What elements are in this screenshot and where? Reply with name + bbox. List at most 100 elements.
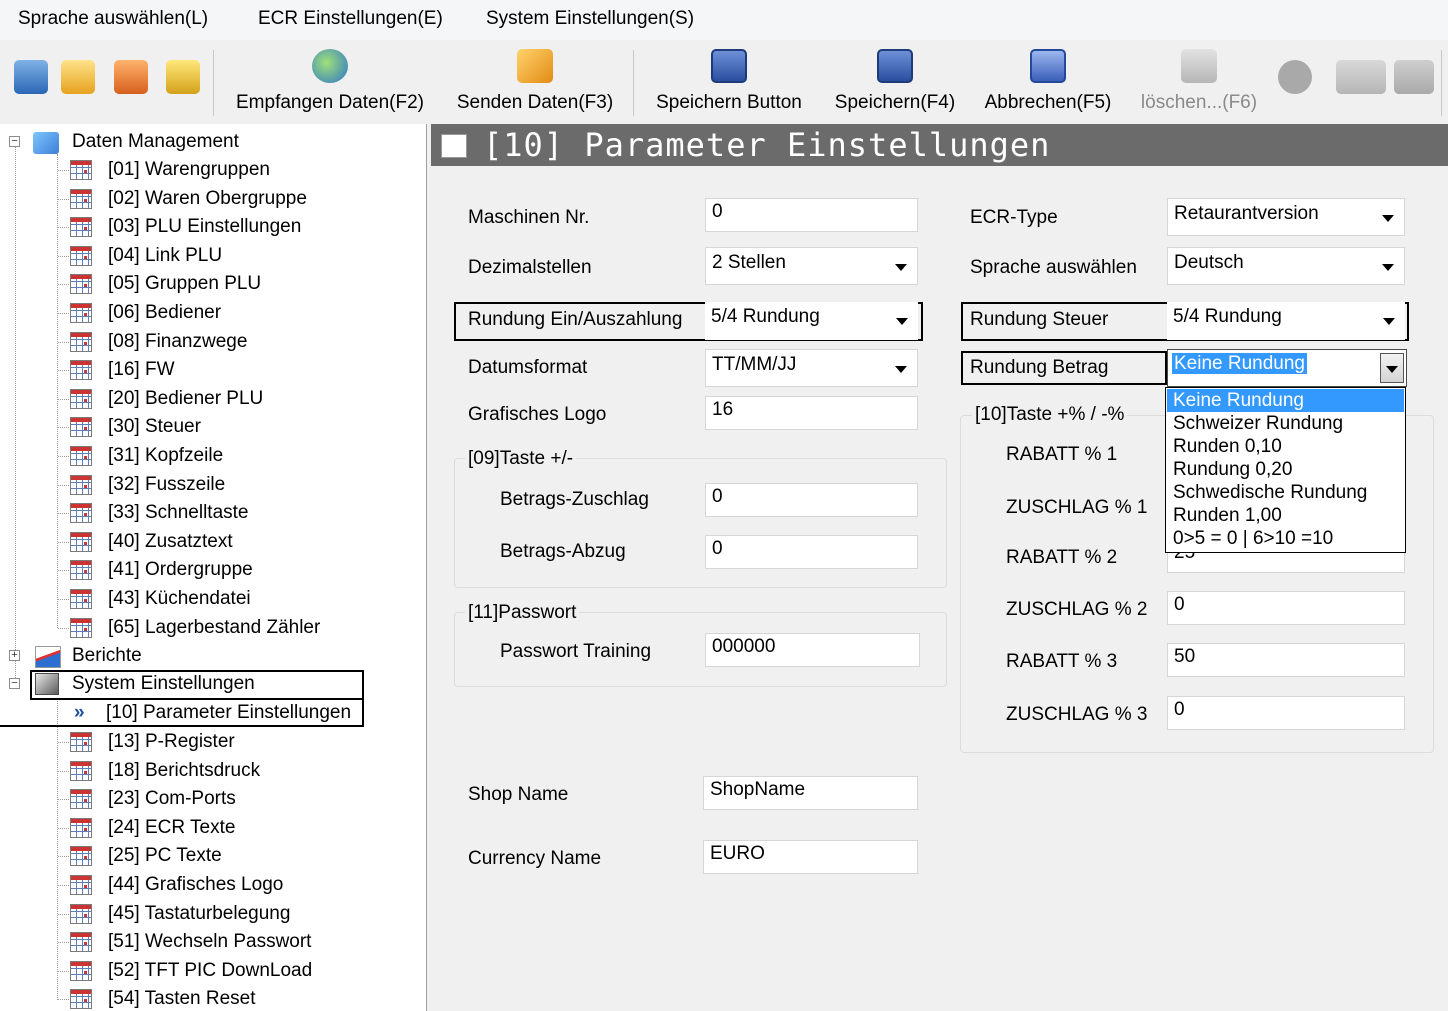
taste-pct-input[interactable]: 50 — [1167, 643, 1405, 677]
tree-item[interactable]: [02] Waren Obergruppe — [70, 185, 400, 213]
sprache-select[interactable]: Deutsch — [1167, 247, 1405, 285]
eraser-icon[interactable] — [1394, 60, 1434, 94]
tree-connector — [58, 999, 69, 1001]
dropdown-option[interactable]: Schwedische Rundung — [1167, 481, 1404, 504]
dropdown-option[interactable]: Rundung 0,20 — [1167, 458, 1404, 481]
shop-name-label: Shop Name — [468, 784, 569, 805]
tree-item[interactable]: [20] Bediener PLU — [70, 385, 400, 413]
tree-item[interactable]: [54] Tasten Reset — [70, 985, 400, 1011]
highlight-box — [30, 670, 364, 700]
tree-item[interactable]: [31] Kopfzeile — [70, 442, 400, 470]
tree-item[interactable]: [06] Bediener — [70, 299, 400, 327]
betrags-zuschlag-input[interactable]: 0 — [705, 483, 918, 517]
rundung-betrag-select[interactable]: Keine Rundung — [1167, 349, 1407, 387]
expand-icon[interactable]: + — [9, 650, 20, 661]
taste-pct-input[interactable]: 0 — [1167, 591, 1405, 625]
tree-item[interactable]: [33] Schnelltaste — [70, 499, 400, 527]
currency-name-input[interactable]: EURO — [703, 840, 918, 874]
tree-item[interactable]: [40] Zusatztext — [70, 528, 400, 556]
tree-item[interactable]: [23] Com-Ports — [70, 785, 400, 813]
dezimalstellen-select[interactable]: 2 Stellen — [705, 247, 918, 285]
taste-pct-label: RABATT % 1 — [1006, 444, 1118, 465]
send-icon — [517, 49, 553, 83]
tree-item[interactable]: [18] Berichtsdruck — [70, 757, 400, 785]
tree-item[interactable]: [05] Gruppen PLU — [70, 270, 400, 298]
taste-pct-label: RABATT % 2 — [1006, 547, 1118, 568]
dropdown-option[interactable]: Keine Rundung — [1167, 389, 1404, 412]
tree-item[interactable]: [30] Steuer — [70, 413, 400, 441]
shop-name-input[interactable]: ShopName — [703, 776, 918, 810]
dropdown-option[interactable]: Schweizer Rundung — [1167, 412, 1404, 435]
ecr-type-select[interactable]: Retaurantversion — [1167, 198, 1405, 236]
chevron-down-icon — [895, 366, 907, 373]
tools-icon[interactable] — [1336, 60, 1386, 94]
empfangen-daten-button[interactable]: Empfangen Daten(F2) — [225, 40, 435, 124]
group-passwort-title: [11]Passwort — [465, 602, 580, 624]
tree-item[interactable]: [16] FW — [70, 356, 400, 384]
menu-bar: Sprache auswählen(L) ECR Einstellungen(E… — [0, 0, 1448, 40]
table-icon — [70, 732, 92, 752]
tree-connector — [58, 885, 69, 886]
tree-item[interactable]: [32] Fusszeile — [70, 471, 400, 499]
info-icon[interactable] — [14, 60, 48, 94]
menu-sprache[interactable]: Sprache auswählen(L) — [18, 8, 208, 30]
betrags-zuschlag-label: Betrags-Zuschlag — [500, 489, 649, 510]
passwort-training-input[interactable]: 000000 — [705, 633, 920, 667]
table-icon — [70, 474, 92, 495]
passwort-training-label: Passwort Training — [500, 641, 652, 662]
speichern-f4-button[interactable]: Speichern(F4) — [828, 40, 962, 124]
tree-item[interactable]: [01] Warengruppen — [70, 156, 400, 184]
chart-icon[interactable] — [114, 60, 148, 94]
tree-item[interactable]: [51] Wechseln Passwort — [70, 928, 400, 956]
globe-download-icon — [312, 49, 348, 83]
tree-item[interactable]: [43] Küchendatei — [70, 585, 400, 613]
tree-item[interactable]: [45] Tastaturbelegung — [70, 900, 400, 928]
tree-item[interactable]: [13] P-Register — [70, 728, 400, 756]
tree-connector — [58, 970, 69, 972]
tree-item[interactable]: [08] Finanzwege — [70, 328, 400, 356]
dropdown-option[interactable]: 0>5 = 0 | 6>10 =10 — [1167, 527, 1404, 550]
tree-node-berichte[interactable]: + Berichte — [9, 642, 409, 670]
close-circle-icon[interactable] — [1278, 60, 1312, 94]
betrags-abzug-input[interactable]: 0 — [705, 535, 918, 569]
tree-item[interactable]: [24] ECR Texte — [70, 814, 400, 842]
table-icon — [70, 817, 92, 838]
grafisches-logo-input[interactable]: 16 — [705, 396, 918, 430]
list-icon[interactable] — [166, 60, 200, 94]
collapse-icon[interactable]: − — [9, 678, 20, 689]
table-icon — [70, 417, 92, 438]
table-icon — [70, 531, 92, 552]
menu-system-einstellungen[interactable]: System Einstellungen(S) — [486, 8, 694, 30]
senden-daten-button[interactable]: Senden Daten(F3) — [448, 40, 622, 124]
maschinen-nr-input[interactable]: 0 — [705, 198, 918, 232]
tree-connector — [58, 456, 69, 457]
tree-connector — [58, 427, 69, 429]
tree-item[interactable]: [52] TFT PIC DownLoad — [70, 957, 400, 985]
tree-item[interactable]: [25] PC Texte — [70, 842, 400, 870]
check-icon[interactable] — [61, 60, 95, 94]
rundung-betrag-label: Rundung Betrag — [970, 357, 1109, 378]
loeschen-button[interactable]: löschen...(F6) — [1134, 40, 1264, 124]
tree-item[interactable]: [65] Lagerbestand Zähler — [70, 614, 400, 642]
rundung-steuer-select[interactable]: 5/4 Rundung — [1167, 302, 1405, 340]
menu-ecr-einstellungen[interactable]: ECR Einstellungen(E) — [258, 8, 443, 30]
taste-pct-input[interactable]: 0 — [1167, 696, 1405, 730]
tree-node-daten-management[interactable]: − Daten Management — [9, 128, 409, 156]
rundung-betrag-dropdown-list: Keine Rundung Schweizer Rundung Runden 0,1… — [1165, 387, 1406, 553]
collapse-icon[interactable]: − — [9, 136, 20, 147]
navigation-tree: − Daten Management + Berichte − System E… — [0, 124, 427, 1011]
tree-item[interactable]: [44] Grafisches Logo — [70, 871, 400, 899]
abbrechen-button[interactable]: Abbrechen(F5) — [976, 40, 1120, 124]
dropdown-button[interactable] — [1380, 353, 1404, 383]
tree-item[interactable]: [03] PLU Einstellungen — [70, 213, 400, 241]
tree-connector — [58, 398, 69, 400]
table-icon — [70, 188, 92, 209]
dropdown-option[interactable]: Runden 1,00 — [1167, 504, 1404, 527]
datumsformat-select[interactable]: TT/MM/JJ — [705, 349, 918, 387]
speichern-button[interactable]: Speichern Button — [645, 40, 813, 124]
rundung-ein-select[interactable]: 5/4 Rundung — [705, 302, 918, 340]
tree-connector — [58, 255, 69, 257]
dropdown-option[interactable]: Runden 0,10 — [1167, 435, 1404, 458]
tree-item[interactable]: [04] Link PLU — [70, 242, 400, 270]
tree-item[interactable]: [41] Ordergruppe — [70, 556, 400, 584]
